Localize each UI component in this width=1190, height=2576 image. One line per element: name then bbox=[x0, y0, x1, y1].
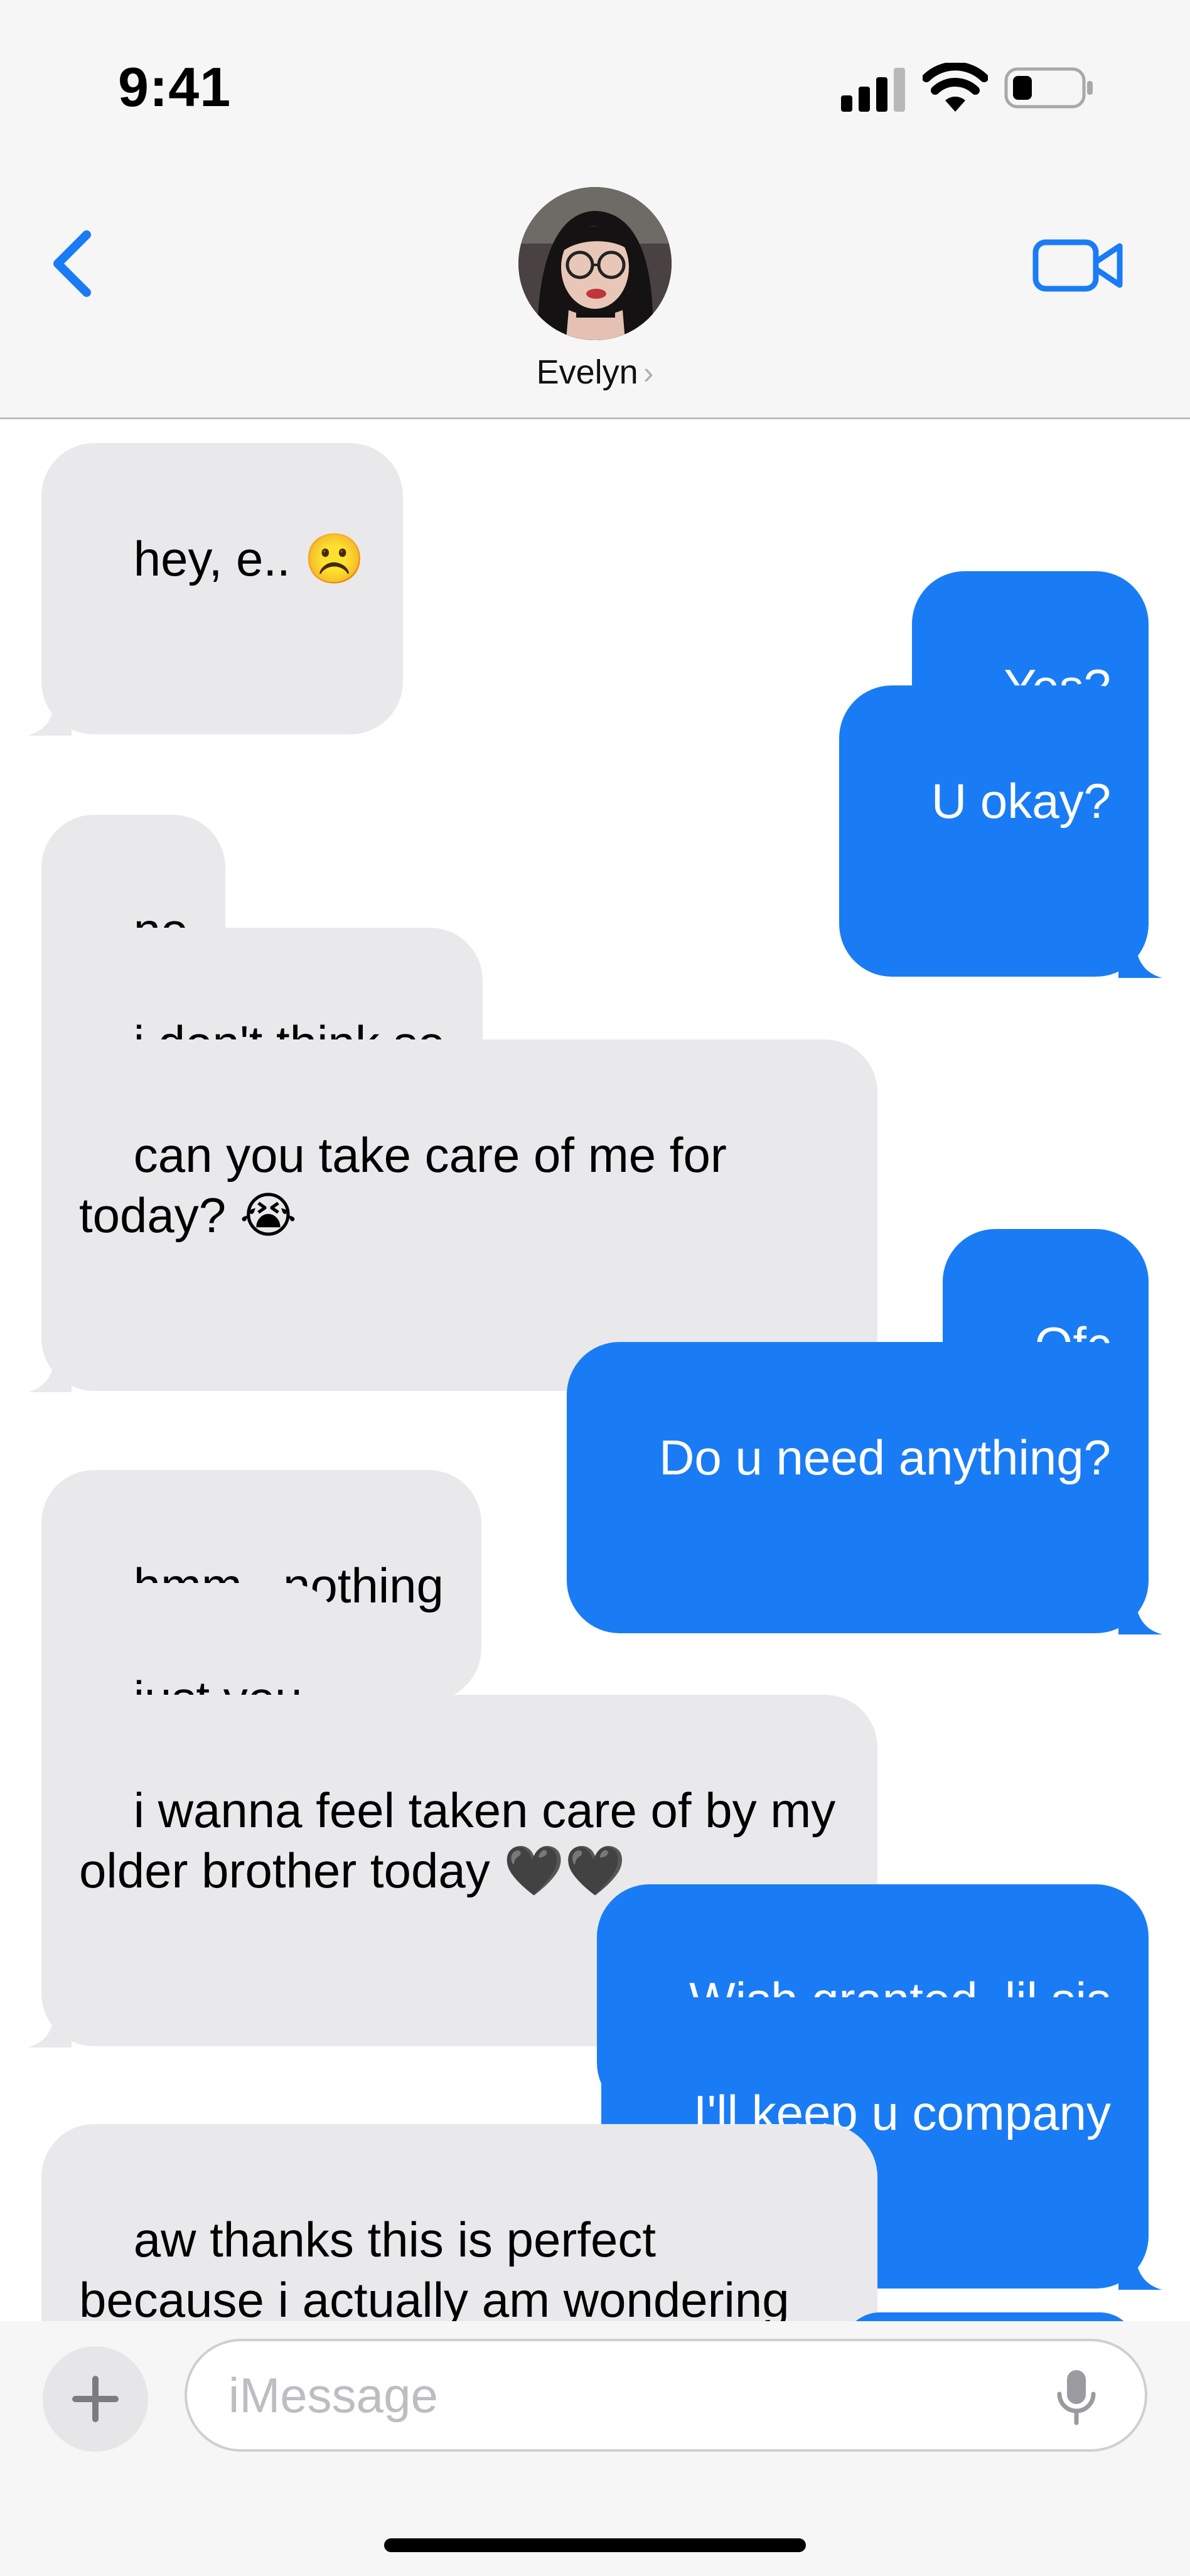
message-text: aw thanks this is perfect because i actu… bbox=[79, 2212, 790, 2327]
message-text: Do u need anything? bbox=[659, 1430, 1111, 1485]
battery-icon bbox=[1004, 67, 1093, 109]
cellular-signal-icon bbox=[841, 68, 905, 112]
bubble-tail bbox=[1118, 2246, 1162, 2290]
plus-icon bbox=[72, 2376, 119, 2422]
home-indicator bbox=[384, 2538, 806, 2552]
message-text: hey, e.. ☹️ bbox=[133, 531, 365, 586]
bubble-tail bbox=[28, 2004, 72, 2047]
avatar[interactable] bbox=[518, 187, 672, 340]
incoming-message[interactable]: hey, e.. ☹️ bbox=[28, 443, 403, 736]
microphone-icon[interactable] bbox=[1054, 2366, 1098, 2429]
outgoing-message[interactable]: U okay? bbox=[839, 685, 1162, 978]
message-text: i wanna feel taken care of by my older b… bbox=[79, 1783, 836, 1898]
status-time: 9:41 bbox=[118, 56, 232, 118]
contact-name-button[interactable]: Evelyn › bbox=[0, 353, 1190, 392]
back-chevron-icon[interactable] bbox=[45, 226, 102, 301]
wifi-icon bbox=[923, 63, 988, 112]
conversation-header: 9:41 Evelyn › bbox=[0, 0, 1190, 419]
contact-name: Evelyn bbox=[536, 353, 638, 391]
imessage-input[interactable] bbox=[185, 2339, 1147, 2452]
message-text: U okay? bbox=[931, 773, 1111, 829]
message-text: can you take care of me for today? 😭 bbox=[79, 1127, 727, 1243]
bubble-tail bbox=[1118, 934, 1162, 978]
incoming-message[interactable]: can you take care of me for today? 😭 bbox=[28, 1039, 877, 1392]
avatar-photo bbox=[518, 187, 672, 340]
chevron-right-icon: › bbox=[643, 355, 654, 390]
add-attachment-button[interactable] bbox=[43, 2346, 148, 2452]
bubble-tail bbox=[28, 692, 72, 736]
outgoing-message[interactable]: Do u need anything? bbox=[567, 1342, 1162, 1634]
bubble-tail bbox=[28, 1348, 72, 1392]
video-camera-icon[interactable] bbox=[1032, 233, 1126, 296]
bubble-tail bbox=[1118, 1591, 1162, 1634]
messages-screen: 9:41 Evelyn › hey, e.. ☹️ U okay? can yo… bbox=[0, 0, 1190, 2576]
